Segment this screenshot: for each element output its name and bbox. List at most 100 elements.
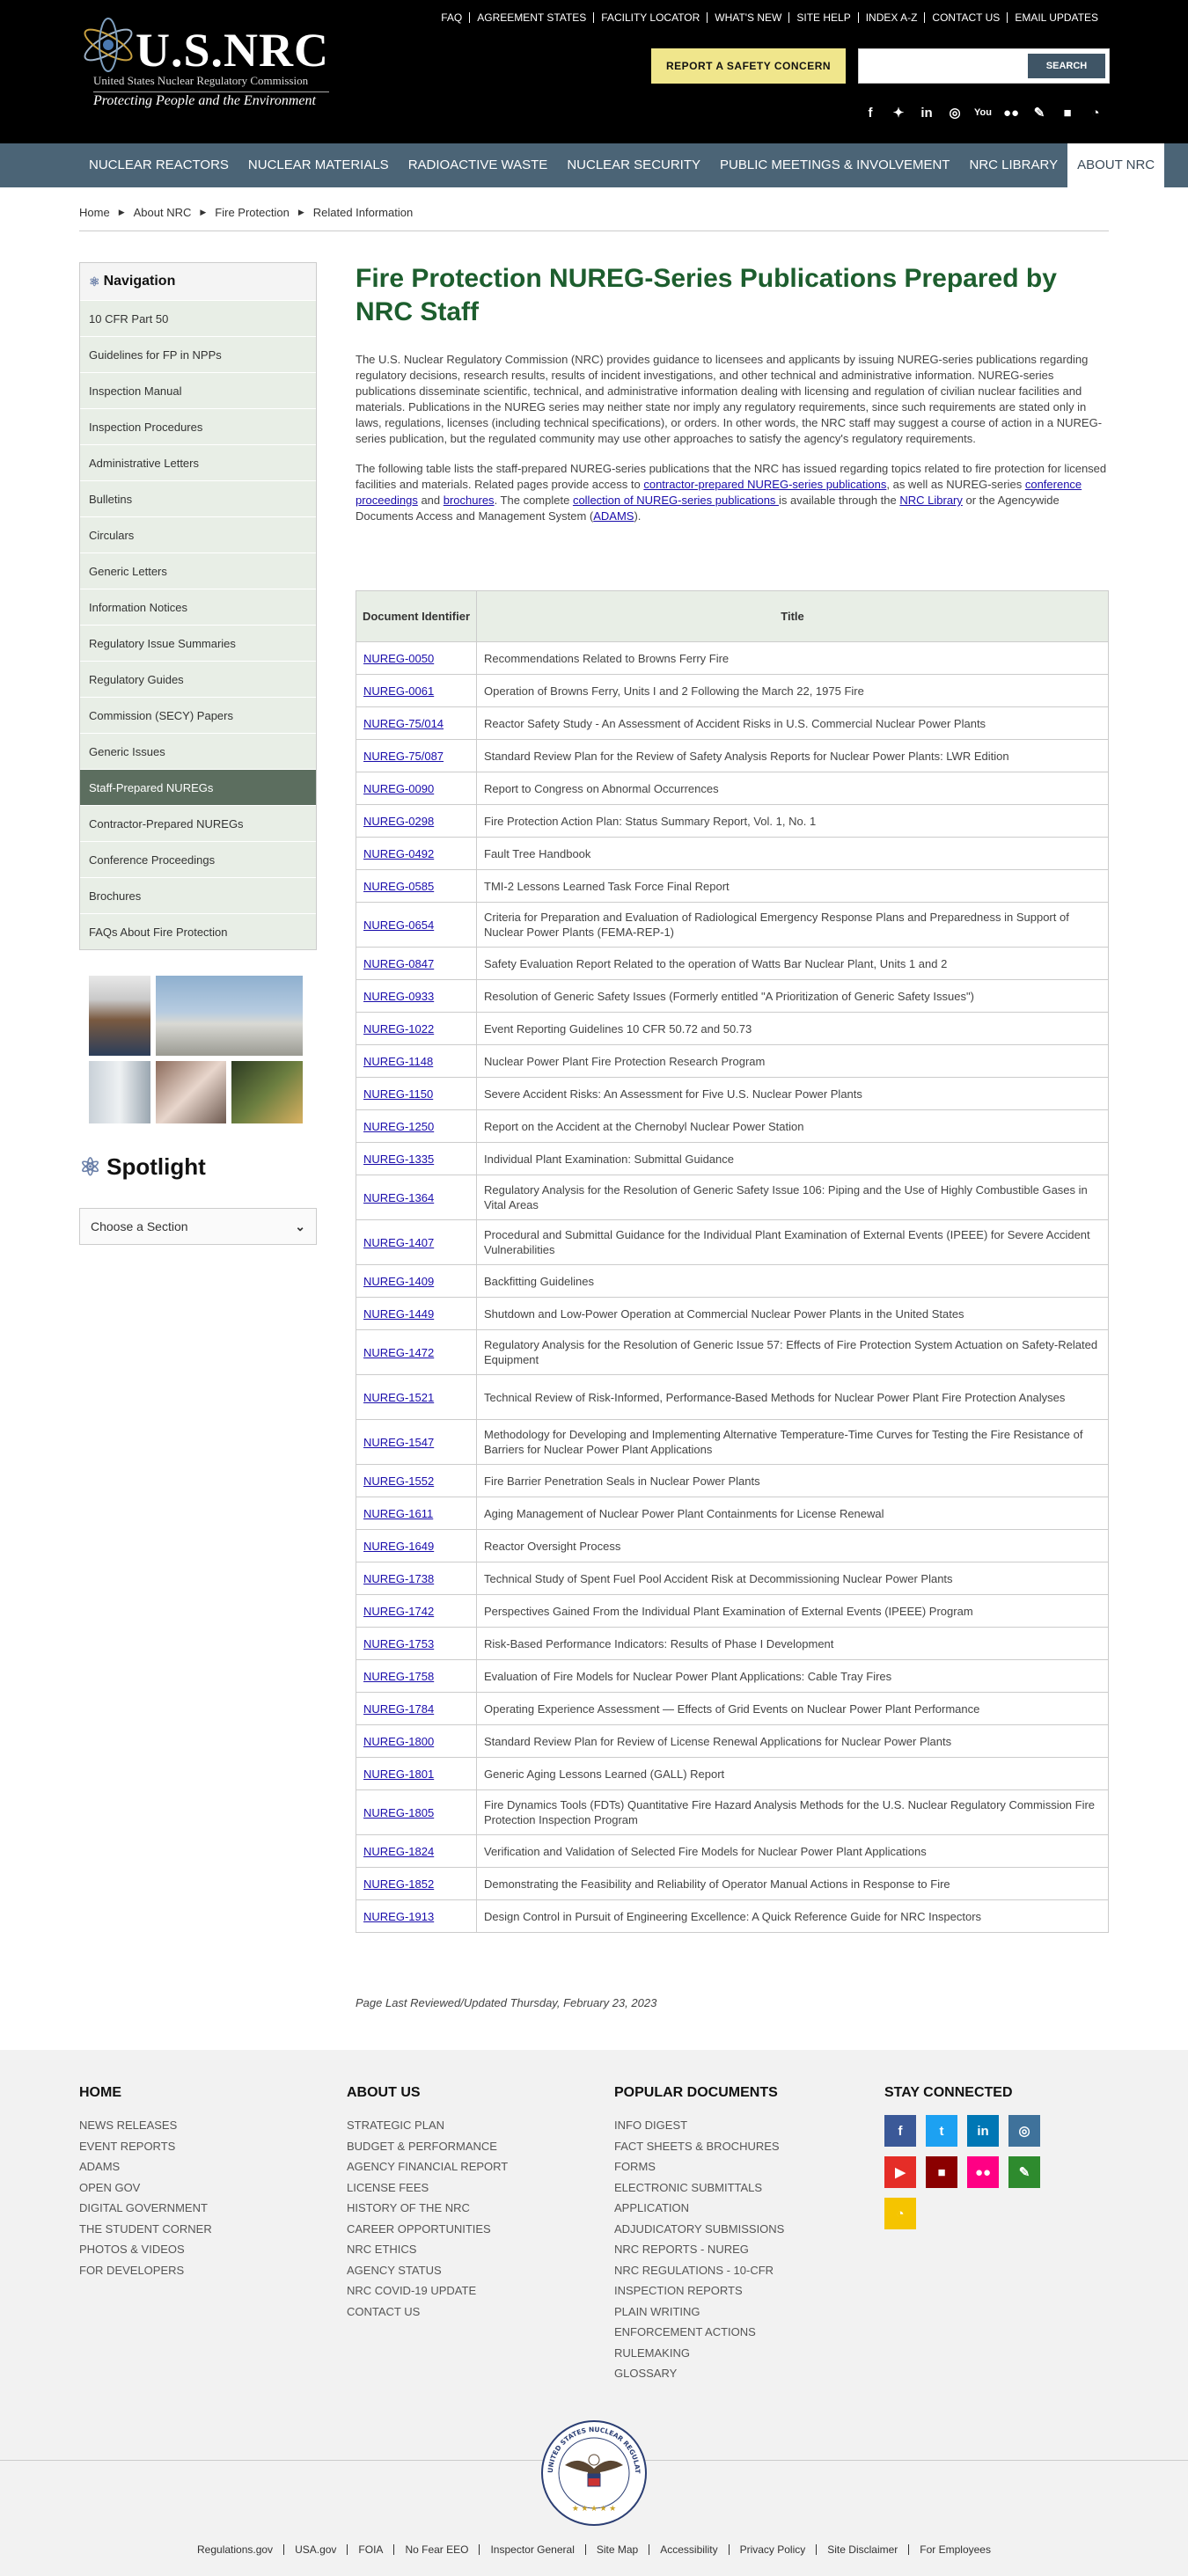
footer-bottom-link-regulations-gov[interactable]: Regulations.gov [187, 2544, 283, 2555]
flickr-icon[interactable]: ●● [1001, 103, 1021, 122]
nureg-link[interactable]: NUREG-1742 [363, 1605, 434, 1618]
footer-link-nrc-regulations-10-cfr[interactable]: NRC REGULATIONS - 10-CFR [614, 2260, 784, 2281]
footer-link-forms[interactable]: FORMS [614, 2156, 784, 2177]
flickr-icon[interactable]: ●● [967, 2156, 999, 2188]
nureg-link[interactable]: NUREG-1738 [363, 1572, 434, 1585]
nureg-link[interactable]: NUREG-1472 [363, 1346, 434, 1359]
footer-link-photos-videos[interactable]: PHOTOS & VIDEOS [79, 2239, 212, 2260]
footer-link-nrc-reports-nureg[interactable]: NRC REPORTS - NUREG [614, 2239, 784, 2260]
nureg-link[interactable]: NUREG-1547 [363, 1436, 434, 1449]
report-safety-concern-button[interactable]: REPORT A SAFETY CONCERN [651, 48, 846, 84]
top-link-index-a-z[interactable]: INDEX A-Z [857, 12, 925, 23]
sidebar-item-commission-secy-papers[interactable]: Commission (SECY) Papers [80, 697, 316, 733]
brochures-link[interactable]: brochures [444, 494, 495, 507]
top-link-email-updates[interactable]: EMAIL UPDATES [1007, 12, 1105, 23]
twitter-icon[interactable]: ✦ [889, 103, 908, 122]
footer-link-contact-us[interactable]: CONTACT US [347, 2302, 508, 2323]
footer-link-event-reports[interactable]: EVENT REPORTS [79, 2136, 212, 2157]
footer-link-enforcement-actions[interactable]: ENFORCEMENT ACTIONS [614, 2322, 784, 2343]
footer-link-inspection-reports[interactable]: INSPECTION REPORTS [614, 2280, 784, 2302]
footer-link-nrc-covid-19-update[interactable]: NRC COVID-19 UPDATE [347, 2280, 508, 2302]
nureg-link[interactable]: NUREG-0933 [363, 990, 434, 1003]
footer-link-history-of-the-nrc[interactable]: HISTORY OF THE NRC [347, 2198, 508, 2219]
sidebar-item-contractor-prepared-nuregs[interactable]: Contractor-Prepared NUREGs [80, 805, 316, 841]
instagram-icon[interactable]: ◎ [945, 103, 964, 122]
nureg-link[interactable]: NUREG-0847 [363, 957, 434, 970]
footer-link-application[interactable]: APPLICATION [614, 2198, 784, 2219]
sidebar-item-10-cfr-part-50[interactable]: 10 CFR Part 50 [80, 300, 316, 336]
footer-link-plain-writing[interactable]: PLAIN WRITING [614, 2302, 784, 2323]
sidebar-item-conference-proceedings[interactable]: Conference Proceedings [80, 841, 316, 877]
blog-icon[interactable]: ✎ [1030, 103, 1049, 122]
footer-bottom-link-no-fear-eeo[interactable]: No Fear EEO [393, 2544, 479, 2555]
nureg-link[interactable]: NUREG-0090 [363, 782, 434, 795]
nav-nrc-library[interactable]: NRC LIBRARY [959, 143, 1067, 187]
nureg-link[interactable]: NUREG-1801 [363, 1767, 434, 1781]
breadcrumb-home[interactable]: Home [79, 206, 110, 219]
nureg-link[interactable]: NUREG-75/087 [363, 750, 444, 763]
sidebar-item-administrative-letters[interactable]: Administrative Letters [80, 444, 316, 480]
footer-link-open-gov[interactable]: OPEN GOV [79, 2177, 212, 2199]
nureg-link[interactable]: NUREG-1913 [363, 1910, 434, 1923]
facebook-icon[interactable]: f [884, 2115, 916, 2147]
nrc-library-link[interactable]: NRC Library [899, 494, 963, 507]
nureg-link[interactable]: NUREG-1552 [363, 1475, 434, 1488]
breadcrumb-fire-protection[interactable]: Fire Protection [215, 206, 290, 219]
sidebar-item-inspection-manual[interactable]: Inspection Manual [80, 372, 316, 408]
sidebar-item-regulatory-guides[interactable]: Regulatory Guides [80, 661, 316, 697]
instagram-icon[interactable]: ◎ [1008, 2115, 1040, 2147]
sidebar-item-inspection-procedures[interactable]: Inspection Procedures [80, 408, 316, 444]
footer-link-adams[interactable]: ADAMS [79, 2156, 212, 2177]
sidebar-item-circulars[interactable]: Circulars [80, 516, 316, 553]
top-link-agreement-states[interactable]: AGREEMENT STATES [469, 12, 593, 23]
footer-link-rulemaking[interactable]: RULEMAKING [614, 2343, 784, 2364]
search-button[interactable]: SEARCH [1028, 54, 1105, 78]
sidebar-item-faqs-about-fire-protection[interactable]: FAQs About Fire Protection [80, 913, 316, 949]
footer-link-news-releases[interactable]: NEWS RELEASES [79, 2115, 212, 2136]
nureg-collection-link[interactable]: collection of NUREG-series publications [573, 494, 779, 507]
nureg-link[interactable]: NUREG-1824 [363, 1845, 434, 1858]
twitter-icon[interactable]: t [926, 2115, 957, 2147]
nureg-link[interactable]: NUREG-1805 [363, 1806, 434, 1819]
breadcrumb-about-nrc[interactable]: About NRC [134, 206, 192, 219]
footer-bottom-link-foia[interactable]: FOIA [347, 2544, 393, 2555]
sidebar-item-brochures[interactable]: Brochures [80, 877, 316, 913]
nav-radioactive-waste[interactable]: RADIOACTIVE WASTE [399, 143, 558, 187]
sidebar-item-staff-prepared-nuregs[interactable]: Staff-Prepared NUREGs [80, 769, 316, 805]
footer-link-glossary[interactable]: GLOSSARY [614, 2363, 784, 2384]
top-link-contact-us[interactable]: CONTACT US [924, 12, 1007, 23]
top-link-what-s-new[interactable]: WHAT'S NEW [707, 12, 788, 23]
nav-nuclear-security[interactable]: NUCLEAR SECURITY [557, 143, 710, 187]
footer-link-for-developers[interactable]: FOR DEVELOPERS [79, 2260, 212, 2281]
footer-link-digital-government[interactable]: DIGITAL GOVERNMENT [79, 2198, 212, 2219]
sidebar-item-generic-issues[interactable]: Generic Issues [80, 733, 316, 769]
footer-bottom-link-site-map[interactable]: Site Map [584, 2544, 649, 2555]
youtube-icon[interactable]: ▶ [884, 2156, 916, 2188]
footer-link-electronic-submittals[interactable]: ELECTRONIC SUBMITTALS [614, 2177, 784, 2199]
nureg-link[interactable]: NUREG-1784 [363, 1702, 434, 1716]
top-link-faq[interactable]: FAQ [434, 12, 469, 23]
footer-bottom-link-accessibility[interactable]: Accessibility [649, 2544, 728, 2555]
nav-nuclear-materials[interactable]: NUCLEAR MATERIALS [238, 143, 399, 187]
nureg-link[interactable]: NUREG-1148 [363, 1055, 433, 1068]
rss-icon[interactable]: ◔ [884, 2198, 916, 2229]
sidebar-item-regulatory-issue-summaries[interactable]: Regulatory Issue Summaries [80, 625, 316, 661]
footer-bottom-link-privacy-policy[interactable]: Privacy Policy [728, 2544, 817, 2555]
nureg-link[interactable]: NUREG-1409 [363, 1275, 434, 1288]
contractor-nureg-link[interactable]: contractor-prepared NUREG-series publica… [643, 478, 886, 491]
footer-bottom-link-usa-gov[interactable]: USA.gov [283, 2544, 347, 2555]
facebook-icon[interactable]: f [861, 103, 880, 122]
search-input[interactable] [859, 49, 1026, 83]
linkedin-icon[interactable]: in [917, 103, 936, 122]
chat-icon[interactable]: ■ [926, 2156, 957, 2188]
nureg-link[interactable]: NUREG-1150 [363, 1087, 433, 1101]
footer-bottom-link-site-disclaimer[interactable]: Site Disclaimer [816, 2544, 908, 2555]
footer-link-agency-status[interactable]: AGENCY STATUS [347, 2260, 508, 2281]
nureg-link[interactable]: NUREG-0654 [363, 918, 434, 932]
rss-icon[interactable]: ◔ [1086, 103, 1105, 122]
nav-nuclear-reactors[interactable]: NUCLEAR REACTORS [79, 143, 238, 187]
sidebar-item-guidelines-for-fp-in-npps[interactable]: Guidelines for FP in NPPs [80, 336, 316, 372]
nureg-link[interactable]: NUREG-0050 [363, 652, 434, 665]
nrc-logo[interactable]: U.S.NRC United States Nuclear Regulatory… [77, 16, 333, 113]
footer-link-adjudicatory-submissions[interactable]: ADJUDICATORY SUBMISSIONS [614, 2219, 784, 2240]
